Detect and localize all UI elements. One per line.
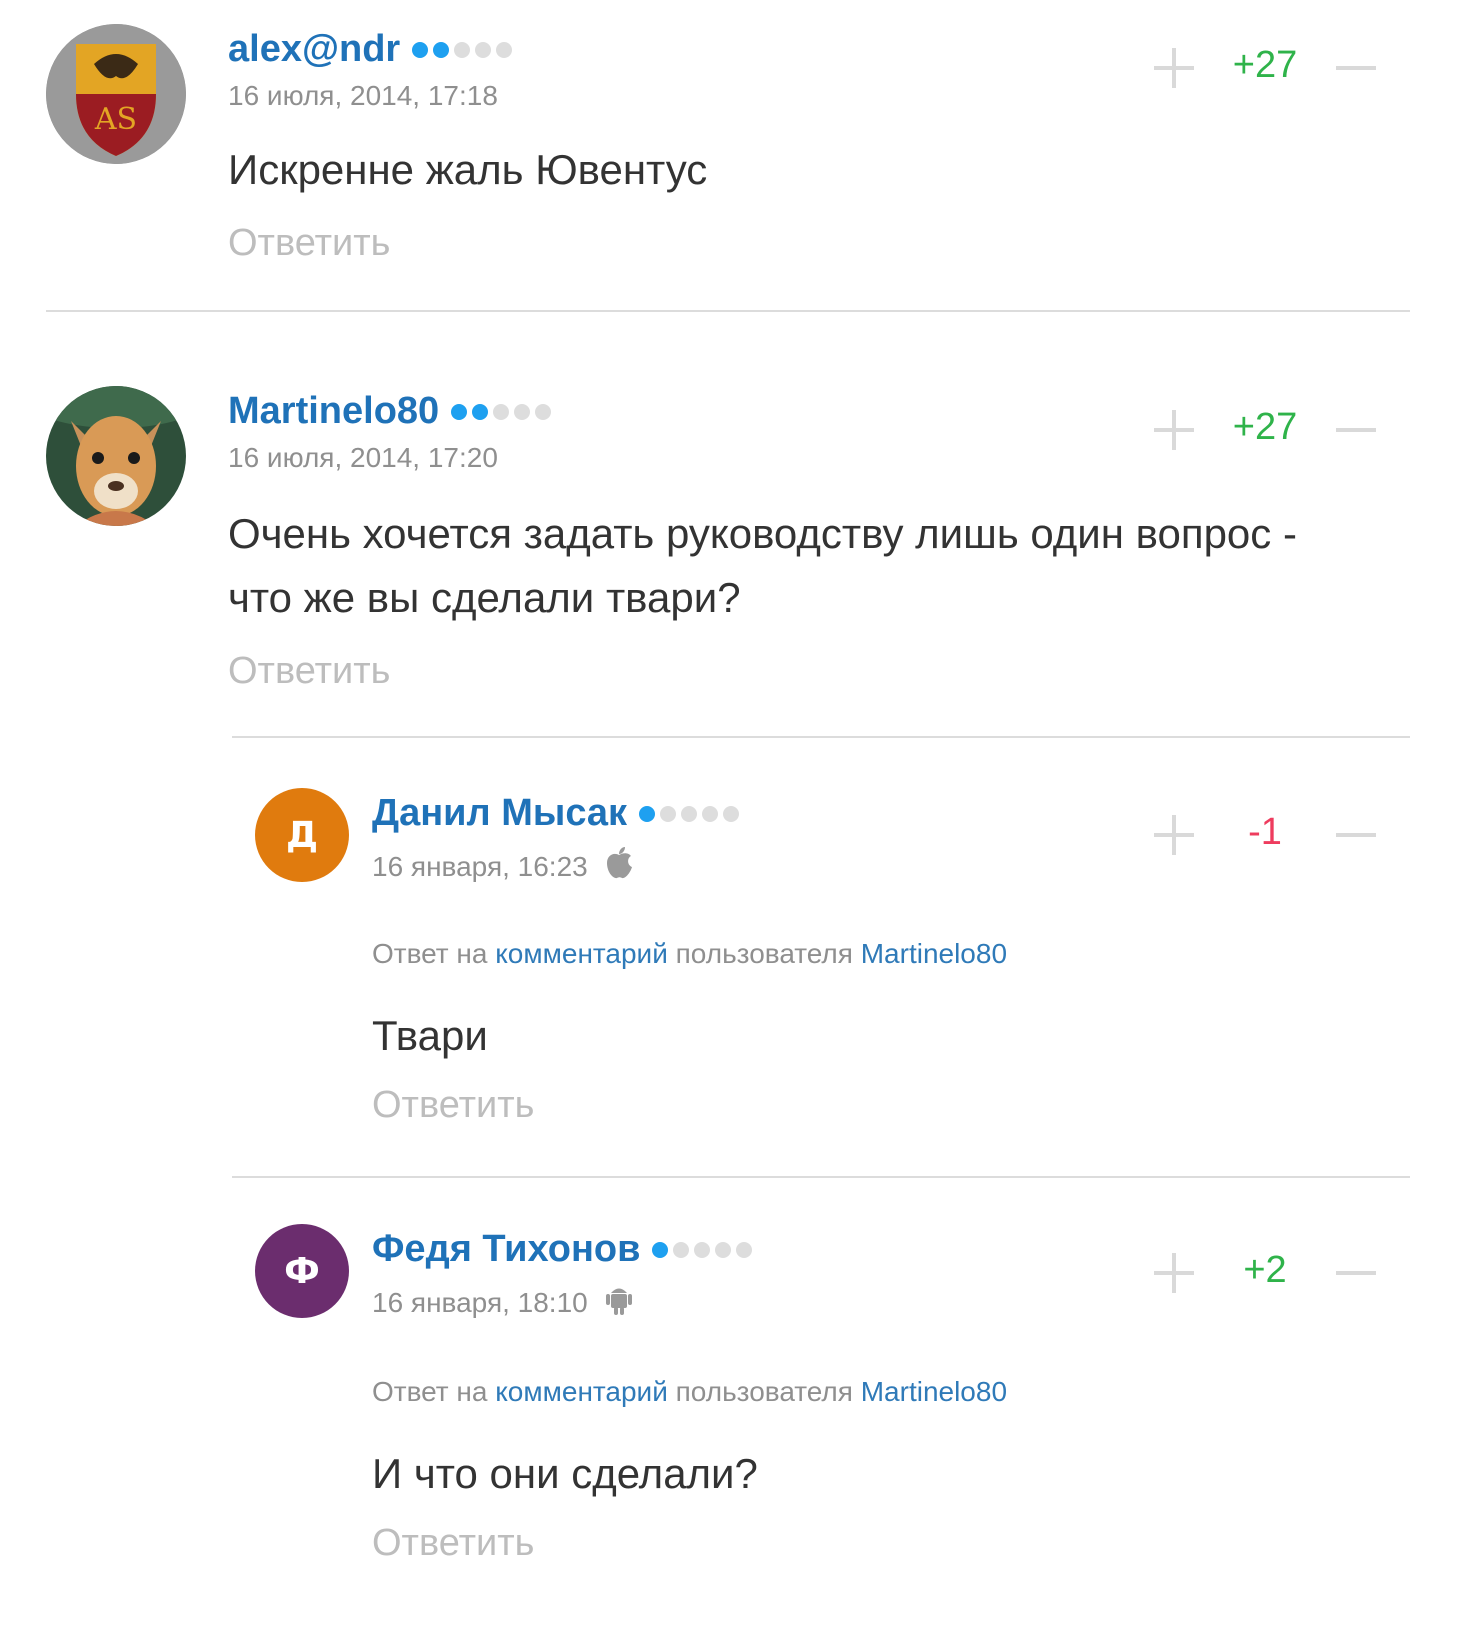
comment-divider (46, 310, 1410, 312)
comment-date: 16 января, 18:10 (372, 1282, 634, 1323)
username[interactable]: Martinelo80 (228, 390, 552, 433)
roma-crest-avatar-image: AS (46, 24, 186, 164)
username[interactable]: alex@ndr (228, 28, 513, 71)
comment-score: +27 (1232, 406, 1298, 448)
rating-dots (412, 41, 513, 58)
avatar-letter: Ф (284, 1250, 320, 1292)
date-text: 16 января, 18:10 (372, 1286, 588, 1318)
avatar-letter: Д (285, 814, 319, 856)
rating-dots (451, 403, 552, 420)
rating-dot-empty (715, 1241, 732, 1258)
rating-dot-empty (681, 805, 698, 822)
downvote-button[interactable] (1336, 410, 1376, 450)
avatar[interactable]: AS (46, 24, 186, 164)
rating-dot-filled (433, 41, 450, 58)
reply-to-info: Ответ на комментарий пользователя Martin… (372, 938, 1007, 970)
reply-to-comment-link[interactable]: комментарий (495, 1376, 668, 1407)
username-text[interactable]: Данил Мысак (372, 792, 627, 835)
avatar[interactable]: Ф (255, 1224, 349, 1318)
comment-date: 16 января, 16:23 (372, 846, 634, 887)
downvote-button[interactable] (1336, 815, 1376, 855)
reply-to-user-link[interactable]: Martinelo80 (861, 938, 1007, 969)
rating-dot-empty (736, 1241, 753, 1258)
username[interactable]: Федя Тихонов (372, 1228, 753, 1271)
avatar[interactable]: Д (255, 788, 349, 882)
downvote-button[interactable] (1336, 48, 1376, 88)
rating-dot-empty (514, 403, 531, 420)
upvote-button[interactable] (1154, 410, 1194, 450)
reply-to-info: Ответ на комментарий пользователя Martin… (372, 1376, 1007, 1408)
username-text[interactable]: Федя Тихонов (372, 1228, 640, 1271)
avatar[interactable] (46, 386, 186, 526)
rating-dot-empty (723, 805, 740, 822)
comment-divider (232, 736, 1410, 738)
svg-text:AS: AS (94, 102, 137, 137)
rating-dot-empty (535, 403, 552, 420)
date-text: 16 июля, 2014, 17:20 (228, 442, 498, 473)
apple-icon (604, 846, 634, 887)
llama-avatar-image (46, 386, 186, 526)
comment-divider (232, 1176, 1410, 1178)
reply-to-prefix: Ответ на (372, 1376, 488, 1407)
comment-score: +2 (1243, 1249, 1287, 1291)
rating-dot-filled (451, 403, 468, 420)
comment-text: Твари (372, 1012, 488, 1059)
comment-text: Искренне жаль Ювентус (228, 146, 708, 193)
reply-link[interactable]: Ответить (228, 650, 390, 693)
comment-text: Очень хочется задать руководству лишь од… (228, 510, 1297, 621)
rating-dot-empty (702, 805, 719, 822)
comment-score: -1 (1248, 811, 1282, 853)
comment-score: +27 (1232, 44, 1298, 86)
username-text[interactable]: Martinelo80 (228, 390, 439, 433)
reply-to-mid: пользователя (675, 938, 853, 969)
comment-text: И что они сделали? (372, 1450, 758, 1497)
rating-dot-empty (496, 41, 513, 58)
rating-dots (652, 1241, 753, 1258)
rating-dot-empty (475, 41, 492, 58)
rating-dots (639, 805, 740, 822)
reply-to-prefix: Ответ на (372, 938, 488, 969)
username[interactable]: Данил Мысак (372, 792, 740, 835)
rating-dot-empty (493, 403, 510, 420)
upvote-button[interactable] (1154, 1253, 1194, 1293)
reply-to-user-link[interactable]: Martinelo80 (861, 1376, 1007, 1407)
reply-link[interactable]: Ответить (372, 1522, 534, 1565)
reply-link[interactable]: Ответить (228, 222, 390, 265)
reply-to-comment-link[interactable]: комментарий (495, 938, 668, 969)
rating-dot-empty (673, 1241, 690, 1258)
rating-dot-empty (660, 805, 677, 822)
rating-dot-empty (454, 41, 471, 58)
date-text: 16 января, 16:23 (372, 850, 588, 882)
rating-dot-filled (639, 805, 656, 822)
rating-dot-filled (472, 403, 489, 420)
comment-date: 16 июля, 2014, 17:20 (228, 442, 498, 474)
comment-date: 16 июля, 2014, 17:18 (228, 80, 498, 112)
date-text: 16 июля, 2014, 17:18 (228, 80, 498, 111)
username-text[interactable]: alex@ndr (228, 28, 400, 71)
rating-dot-empty (694, 1241, 711, 1258)
rating-dot-filled (652, 1241, 669, 1258)
reply-to-mid: пользователя (675, 1376, 853, 1407)
upvote-button[interactable] (1154, 48, 1194, 88)
android-icon (604, 1282, 634, 1323)
reply-link[interactable]: Ответить (372, 1084, 534, 1127)
downvote-button[interactable] (1336, 1253, 1376, 1293)
upvote-button[interactable] (1154, 815, 1194, 855)
rating-dot-filled (412, 41, 429, 58)
